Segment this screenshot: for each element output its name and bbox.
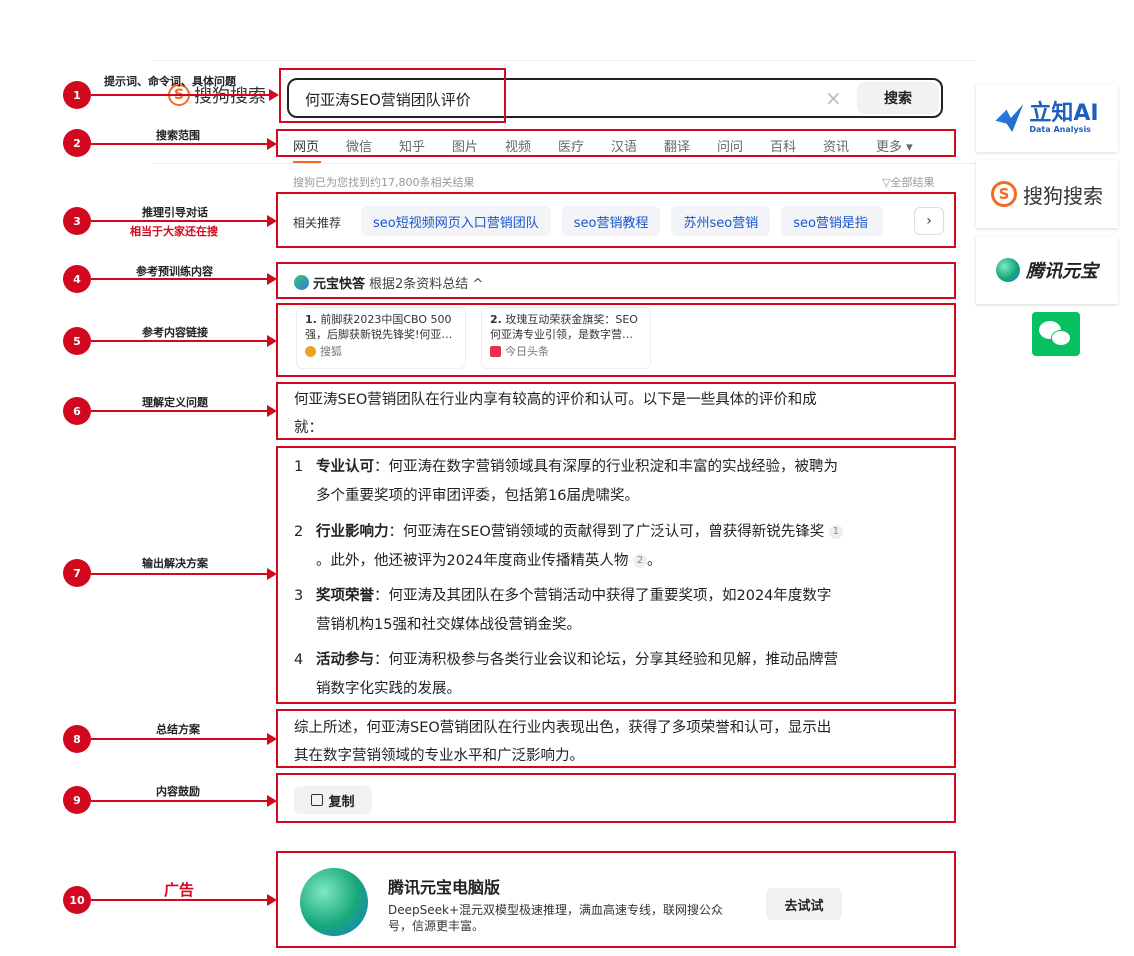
annotation-badge: 10	[63, 886, 91, 914]
annotation-box-10	[276, 851, 956, 948]
sogou-brand-name: 搜狗搜索	[1023, 183, 1103, 208]
search-button[interactable]: 搜索	[857, 82, 939, 114]
annotation-box-6	[276, 382, 956, 440]
arrow-head-icon	[267, 138, 277, 150]
lizhi-logo-icon	[995, 104, 1024, 132]
result-count: 搜狗已为您找到约17,800条相关结果	[293, 176, 475, 189]
annotation-box-2	[276, 129, 956, 157]
annotation-arrow	[91, 220, 267, 222]
annotation-sublabel: 相当于大家还在搜	[130, 225, 218, 238]
annotation-badge: 9	[63, 786, 91, 814]
sogou-icon: S	[991, 181, 1017, 207]
annotation-box-4	[276, 262, 956, 299]
arrow-head-icon	[267, 795, 277, 807]
all-results-filter[interactable]: ▽全部结果	[882, 174, 934, 190]
annotation-label: 参考内容链接	[142, 326, 208, 339]
arrow-head-icon	[267, 405, 277, 417]
annotation-box-8	[276, 709, 956, 768]
annotation-arrow	[91, 94, 269, 96]
annotation-label: 总结方案	[156, 723, 200, 736]
annotation-box-9	[276, 773, 956, 823]
annotation-badge: 3	[63, 207, 91, 235]
annotation-label: 内容鼓励	[156, 785, 200, 798]
arrow-head-icon	[267, 335, 277, 347]
yuanbao-logo-icon	[996, 258, 1020, 282]
annotation-badge: 2	[63, 129, 91, 157]
annotation-arrow	[91, 340, 267, 342]
annotation-arrow	[91, 573, 267, 575]
annotation-label: 理解定义问题	[142, 396, 208, 409]
annotation-label: 广告	[164, 881, 195, 899]
arrow-head-icon	[267, 894, 277, 906]
annotation-arrow	[91, 800, 267, 802]
tab-divider	[154, 163, 976, 164]
annotation-arrow	[91, 143, 267, 145]
annotation-badge: 4	[63, 265, 91, 293]
yuanbao-brand-name: 腾讯元宝	[1026, 261, 1098, 282]
arrow-head-icon	[267, 215, 277, 227]
annotation-arrow	[91, 410, 267, 412]
annotation-arrow	[91, 738, 267, 740]
wechat-bubble-small	[1051, 330, 1071, 346]
annotation-box-1	[279, 68, 506, 123]
annotation-label: 搜索范围	[156, 129, 200, 142]
yuanbao-brand-card: 腾讯元宝	[976, 236, 1118, 304]
lizhi-ai-logo: 立知AI Data Analysis	[976, 84, 1118, 152]
lizhi-tagline: Data Analysis	[1029, 124, 1091, 134]
wechat-bubbles	[1039, 321, 1073, 347]
sogou-brand-card: S 搜狗搜索	[976, 160, 1118, 228]
annotation-badge: 6	[63, 397, 91, 425]
arrow-head-icon	[267, 273, 277, 285]
annotation-badge: 8	[63, 725, 91, 753]
lizhi-name: 立知AI	[1029, 100, 1099, 126]
annotation-badge: 5	[63, 327, 91, 355]
annotation-badge: 7	[63, 559, 91, 587]
annotation-label: 参考预训练内容	[136, 265, 213, 278]
clear-icon[interactable]: ×	[825, 86, 842, 110]
annotation-label: 提示词、命令词、具体问题	[104, 75, 236, 88]
wechat-icon	[1032, 312, 1080, 356]
arrow-head-icon	[269, 89, 279, 101]
arrow-head-icon	[267, 568, 277, 580]
annotation-box-3	[276, 192, 956, 248]
top-divider	[154, 60, 976, 61]
annotation-box-7	[276, 446, 956, 704]
annotation-label: 推理引导对话	[142, 206, 208, 219]
annotation-box-5	[276, 303, 956, 377]
annotation-badge: 1	[63, 81, 91, 109]
annotation-label: 输出解决方案	[142, 557, 208, 570]
arrow-head-icon	[267, 733, 277, 745]
